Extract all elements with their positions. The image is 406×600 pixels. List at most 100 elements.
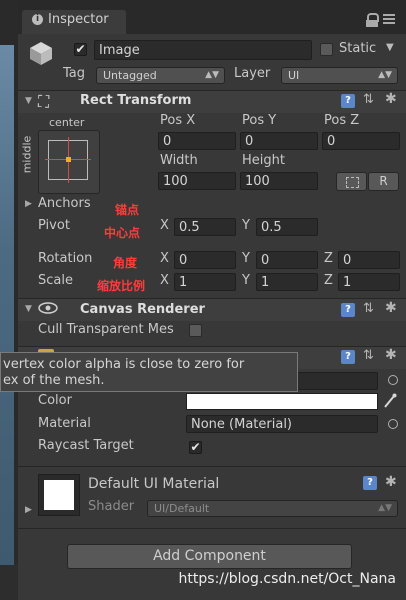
scale-z-input[interactable]: 1 <box>338 273 400 291</box>
material-field[interactable]: None (Material) <box>186 415 378 433</box>
object-name-input[interactable]: Image <box>94 40 312 60</box>
scale-y-input[interactable]: 1 <box>256 273 318 291</box>
gameobject-cube-icon <box>28 40 54 66</box>
scene-scrollbar[interactable] <box>0 565 18 600</box>
pos-y-input[interactable]: 0 <box>240 132 318 150</box>
object-picker-icon[interactable] <box>388 419 398 429</box>
gear-icon[interactable]: ✱ <box>385 300 397 316</box>
pivot-annotation: 中心点 <box>104 226 141 240</box>
rotation-annotation: 角度 <box>113 256 138 270</box>
anchors-annotation: 锚点 <box>115 203 140 217</box>
pos-z-input[interactable]: 0 <box>322 132 400 150</box>
lock-body-icon <box>366 20 378 27</box>
static-dropdown-arrow[interactable]: ▼ <box>386 42 394 53</box>
color-label: Color <box>38 393 72 408</box>
tab-inspector-label: Inspector <box>48 12 109 27</box>
chevron-down-icon: ▲▼ <box>378 503 392 513</box>
pos-x-input[interactable]: 0 <box>158 132 236 150</box>
divider <box>18 528 406 529</box>
material-preview <box>38 474 80 516</box>
add-component-button[interactable]: Add Component <box>67 544 352 569</box>
pivot-y-letter: Y <box>242 218 250 233</box>
pivot-label: Pivot <box>38 218 70 233</box>
presets-icon[interactable]: ⇅ <box>363 301 374 316</box>
watermark: https://blog.csdn.net/Oct_Nana <box>178 571 396 587</box>
foldout-arrow-icon[interactable]: ▼ <box>25 96 32 106</box>
static-checkbox[interactable] <box>320 43 333 56</box>
foldout-arrow-icon[interactable]: ▼ <box>25 304 32 314</box>
tag-value: Untagged <box>103 69 157 82</box>
pivot-x-input[interactable]: 0.5 <box>174 218 236 236</box>
scale-label: Scale <box>38 273 73 288</box>
shader-value: UI/Default <box>154 502 210 515</box>
gear-icon[interactable]: ✱ <box>385 91 397 107</box>
pos-y-label: Pos Y <box>242 113 277 128</box>
shader-label: Shader <box>88 499 135 514</box>
help-icon[interactable]: ? <box>363 476 377 490</box>
gear-icon[interactable]: ✱ <box>385 474 397 490</box>
layer-value: UI <box>288 69 300 82</box>
scale-x-letter: X <box>160 273 169 288</box>
rotation-x-input[interactable]: 0 <box>174 251 236 269</box>
scale-y-letter: Y <box>242 273 250 288</box>
rect-transform-icon: ⛶ <box>38 92 50 111</box>
menu-icon[interactable] <box>383 14 395 16</box>
blueprint-mode-button[interactable] <box>336 172 367 191</box>
rotation-y-input[interactable]: 0 <box>256 251 318 269</box>
pos-x-label: Pos X <box>160 113 196 128</box>
info-icon: i <box>32 14 43 25</box>
width-label: Width <box>160 153 198 168</box>
tooltip-line-2: ex of the mesh. <box>3 373 105 388</box>
presets-icon[interactable]: ⇅ <box>363 92 374 107</box>
rotation-label: Rotation <box>38 251 93 266</box>
material-title: Default UI Material <box>88 476 220 492</box>
anchor-horizontal-label: center <box>49 116 85 129</box>
cull-transparent-label: Cull Transparent Mes <box>38 322 174 337</box>
material-preview-swatch <box>44 480 74 510</box>
anchors-label: Anchors <box>38 196 91 211</box>
active-checkbox[interactable]: ✔ <box>74 43 87 56</box>
raycast-target-checkbox[interactable]: ✔ <box>189 441 202 454</box>
tooltip: vertex color alpha is close to zero for … <box>0 352 298 392</box>
material-foldout-arrow-icon[interactable]: ▶ <box>25 505 32 515</box>
layer-dropdown[interactable]: UI ▲▼ <box>281 67 398 84</box>
chevron-down-icon: ▲▼ <box>205 70 219 80</box>
rotation-x-letter: X <box>160 251 169 266</box>
eyedropper-icon[interactable] <box>383 393 397 409</box>
anchor-presets-button[interactable] <box>38 130 100 194</box>
static-label: Static <box>339 41 377 56</box>
tag-label: Tag <box>63 66 86 81</box>
help-icon[interactable]: ? <box>341 94 355 108</box>
scale-z-letter: Z <box>324 273 333 288</box>
pivot-y-input[interactable]: 0.5 <box>256 218 318 236</box>
rotation-z-input[interactable]: 0 <box>338 251 400 269</box>
presets-icon[interactable]: ⇅ <box>363 348 374 363</box>
object-picker-icon[interactable] <box>388 375 398 385</box>
help-icon[interactable]: ? <box>341 303 355 317</box>
cull-transparent-checkbox[interactable] <box>189 324 202 337</box>
divider <box>18 466 406 467</box>
tag-dropdown[interactable]: Untagged ▲▼ <box>96 67 225 84</box>
pos-z-label: Pos Z <box>324 113 360 128</box>
raycast-target-label: Raycast Target <box>38 438 134 453</box>
color-swatch[interactable] <box>186 393 378 410</box>
width-input[interactable]: 100 <box>158 172 236 190</box>
canvas-renderer-title: Canvas Renderer <box>80 302 205 317</box>
anchor-center-dot <box>66 157 71 162</box>
pivot-x-letter: X <box>160 218 169 233</box>
material-label: Material <box>38 416 91 431</box>
anchor-vertical-label: middle <box>20 132 38 182</box>
rotation-y-letter: Y <box>242 251 250 266</box>
rotation-z-letter: Z <box>324 251 333 266</box>
help-icon[interactable]: ? <box>341 350 355 364</box>
shader-dropdown[interactable]: UI/Default ▲▼ <box>147 500 398 517</box>
gear-icon[interactable]: ✱ <box>385 347 397 363</box>
scale-x-input[interactable]: 1 <box>174 273 236 291</box>
height-input[interactable]: 100 <box>240 172 318 190</box>
anchors-foldout-arrow-icon[interactable]: ▶ <box>25 199 32 209</box>
raw-edit-button[interactable]: R <box>368 172 399 191</box>
scale-annotation: 缩放比例 <box>97 279 146 293</box>
blueprint-icon <box>346 177 359 188</box>
tooltip-line-1: vertex color alpha is close to zero for <box>3 357 245 372</box>
eye-icon <box>38 302 58 314</box>
